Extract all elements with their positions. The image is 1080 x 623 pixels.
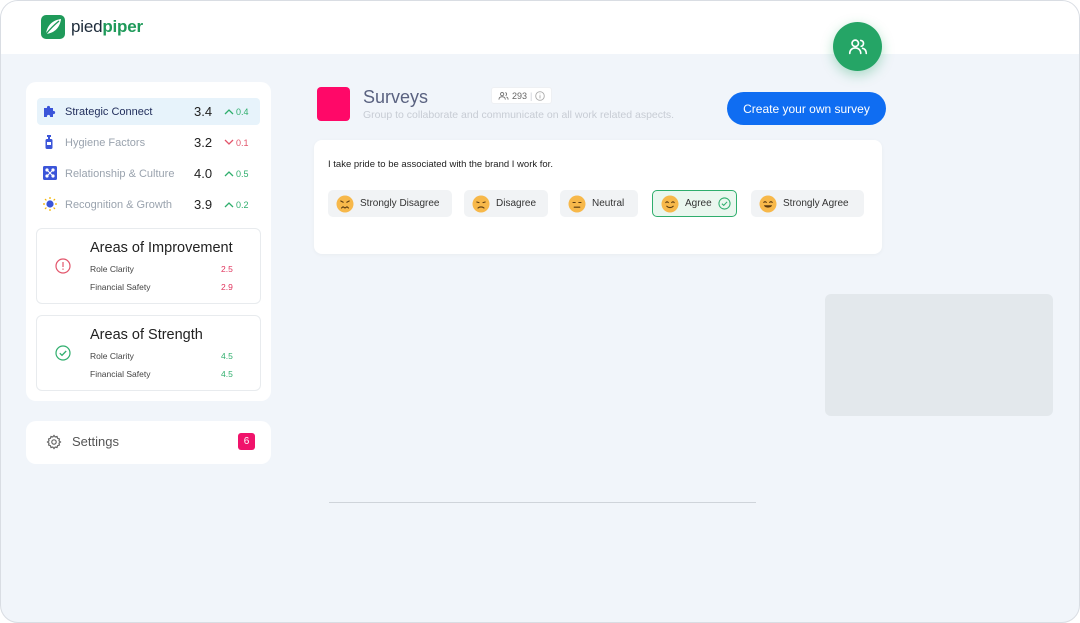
trend-up-icon xyxy=(224,109,234,115)
create-survey-button[interactable]: Create your own survey xyxy=(727,92,886,125)
metric-delta: 0.1 xyxy=(224,138,249,148)
area-item-label: Financial Safety xyxy=(90,369,151,379)
page-title: Surveys xyxy=(363,87,429,107)
metric-delta: 0.4 xyxy=(224,107,249,117)
trend-up-icon xyxy=(224,202,234,208)
metric-value: 3.4 xyxy=(194,104,213,119)
info-icon[interactable] xyxy=(535,90,546,101)
smile-face-icon xyxy=(661,195,679,212)
participants-count: 293 xyxy=(512,90,528,101)
users-icon xyxy=(498,91,509,100)
option-label: Disagree xyxy=(496,198,537,209)
area-item-score: 4.5 xyxy=(221,369,233,379)
metric-value: 4.0 xyxy=(194,166,213,181)
survey-color-swatch xyxy=(317,87,350,121)
app-window: piedpiper Strategic Connect 3.4 0.4 Hygi… xyxy=(0,0,1080,623)
metric-row-strategic-connect[interactable]: Strategic Connect 3.4 0.4 xyxy=(37,98,260,125)
option-strongly-agree[interactable]: Strongly Agree xyxy=(751,190,864,217)
metric-label: Relationship & Culture xyxy=(65,167,175,180)
alert-circle-icon xyxy=(55,258,71,274)
option-neutral[interactable]: Neutral xyxy=(560,190,638,217)
option-disagree[interactable]: Disagree xyxy=(464,190,548,217)
area-item-label: Role Clarity xyxy=(90,264,134,274)
area-item-score: 4.5 xyxy=(221,351,233,361)
metric-row-hygiene-factors[interactable]: Hygiene Factors 3.2 0.1 xyxy=(37,129,260,156)
page-subtitle: Group to collaborate and communicate on … xyxy=(363,109,675,121)
gear-icon xyxy=(46,434,62,450)
metric-row-relationship-culture[interactable]: Relationship & Culture 4.0 0.5 xyxy=(37,160,260,187)
separator: | xyxy=(530,90,533,101)
option-label: Strongly Disagree xyxy=(360,198,440,209)
logo-prefix: pied xyxy=(71,17,103,36)
neutral-face-icon xyxy=(568,195,586,212)
area-title: Areas of Improvement xyxy=(90,240,233,256)
metric-label: Strategic Connect xyxy=(65,105,153,118)
metric-delta-value: 0.2 xyxy=(236,199,249,210)
area-item-label: Role Clarity xyxy=(90,351,134,361)
metric-delta: 0.2 xyxy=(224,200,249,210)
top-bar: piedpiper xyxy=(1,1,1079,54)
trend-up-icon xyxy=(224,171,234,177)
area-title: Areas of Strength xyxy=(90,327,203,343)
trend-down-icon xyxy=(224,139,234,145)
check-circle-icon xyxy=(55,345,71,361)
content-placeholder xyxy=(825,294,1053,416)
metric-label: Recognition & Growth xyxy=(65,198,172,211)
divider xyxy=(329,502,756,503)
area-item-score: 2.9 xyxy=(221,282,233,292)
metrics-panel: Strategic Connect 3.4 0.4 Hygiene Factor… xyxy=(26,82,271,401)
option-label: Strongly Agree xyxy=(783,198,849,209)
notification-badge: 6 xyxy=(238,433,255,450)
settings-item[interactable]: Settings 6 xyxy=(26,421,271,464)
lightbulb-icon xyxy=(43,197,57,211)
question-text: I take pride to be associated with the b… xyxy=(328,159,553,170)
option-strongly-disagree[interactable]: Strongly Disagree xyxy=(328,190,452,217)
angry-face-icon xyxy=(336,195,354,212)
hand-sanitizer-icon xyxy=(45,135,53,149)
logo[interactable]: piedpiper xyxy=(41,15,143,39)
check-circle-icon xyxy=(718,197,731,210)
logo-suffix: piper xyxy=(102,17,143,36)
metric-delta-value: 0.4 xyxy=(236,106,249,117)
metric-label: Hygiene Factors xyxy=(65,136,146,149)
area-item-label: Financial Safety xyxy=(90,282,151,292)
logo-text: piedpiper xyxy=(71,17,143,37)
participants-badge[interactable]: 293 | xyxy=(491,87,553,104)
grin-face-icon xyxy=(759,195,777,212)
users-icon xyxy=(848,38,867,54)
metric-delta-value: 0.5 xyxy=(236,168,249,179)
puzzle-icon xyxy=(44,105,56,117)
users-fab-button[interactable] xyxy=(833,22,882,71)
metric-value: 3.9 xyxy=(194,197,213,212)
network-icon xyxy=(43,166,57,180)
areas-of-improvement-card[interactable]: Areas of Improvement Role Clarity 2.5 Fi… xyxy=(36,228,261,304)
areas-of-strength-card[interactable]: Areas of Strength Role Clarity 4.5 Finan… xyxy=(36,315,261,391)
option-agree[interactable]: Agree xyxy=(652,190,737,217)
metric-value: 3.2 xyxy=(194,135,213,150)
settings-label: Settings xyxy=(72,434,119,449)
area-item-score: 2.5 xyxy=(221,264,233,274)
metric-row-recognition-growth[interactable]: Recognition & Growth 3.9 0.2 xyxy=(37,191,260,218)
option-label: Neutral xyxy=(592,198,625,209)
metric-delta-value: 0.1 xyxy=(236,137,249,148)
metric-delta: 0.5 xyxy=(224,169,249,179)
sad-face-icon xyxy=(472,195,490,212)
option-label: Agree xyxy=(685,198,712,209)
survey-question-card: I take pride to be associated with the b… xyxy=(314,140,882,254)
leaf-logo-icon xyxy=(41,15,65,39)
